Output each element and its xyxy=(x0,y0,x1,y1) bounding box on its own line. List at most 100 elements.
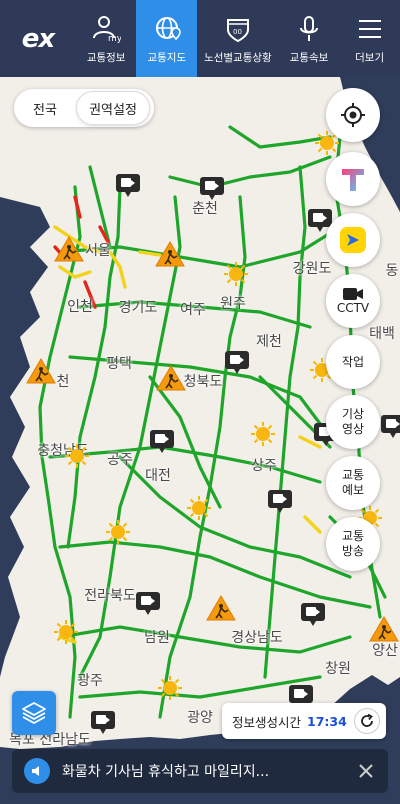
cctv-camera-icon[interactable] xyxy=(150,430,174,453)
my-location-button[interactable] xyxy=(326,88,380,142)
roadwork-button[interactable]: 작업 xyxy=(326,335,380,389)
highway-shield-icon: 00 xyxy=(226,19,249,43)
layers-icon xyxy=(22,702,46,724)
nav-item-traffic-map[interactable]: 교통지도 xyxy=(136,0,198,77)
info-time-label: 정보생성시간 xyxy=(232,714,302,730)
cctv-camera-icon[interactable] xyxy=(308,209,332,232)
weather-video-button[interactable]: 기상 영상 xyxy=(326,395,380,449)
city-label: 대전 xyxy=(145,468,171,484)
city-label: 천 xyxy=(56,374,70,390)
nationwide-option[interactable]: 전국 xyxy=(14,99,76,118)
microphone-icon xyxy=(299,16,318,41)
globe-map-icon xyxy=(155,17,181,41)
sun-weather-icon[interactable] xyxy=(223,261,249,287)
traffic-broadcast-label-1: 교통 xyxy=(341,529,365,543)
video-camera-icon xyxy=(343,287,363,300)
cctv-camera-icon[interactable] xyxy=(268,490,292,513)
cctv-camera-icon[interactable] xyxy=(225,351,249,374)
traffic-broadcast-button[interactable]: 교통 방송 xyxy=(326,517,380,571)
city-label: 광주 xyxy=(77,673,103,689)
traffic-broadcast-label-2: 방송 xyxy=(341,544,365,558)
speaker-icon xyxy=(24,758,50,784)
city-label: 동 xyxy=(385,263,399,279)
city-label: 양산 xyxy=(372,643,398,659)
refresh-icon xyxy=(361,713,373,727)
sun-weather-icon[interactable] xyxy=(53,619,79,645)
svg-text:00: 00 xyxy=(233,28,242,36)
city-label: 태백 xyxy=(369,326,395,342)
city-label: 공주 xyxy=(107,452,133,468)
refresh-button[interactable] xyxy=(354,708,380,734)
sun-weather-icon[interactable] xyxy=(157,675,183,701)
nav-label: 교통정보 xyxy=(86,52,126,64)
logo-text: ex xyxy=(21,23,55,54)
cctv-camera-icon[interactable] xyxy=(116,174,140,197)
tmap-logo-icon xyxy=(342,169,364,191)
city-label: 원주 xyxy=(220,296,246,312)
city-label: 강원도 xyxy=(292,261,332,277)
roadwork-warning-icon[interactable] xyxy=(54,235,84,263)
cctv-camera-icon[interactable] xyxy=(289,685,313,708)
nav-item-more[interactable]: 더보기 xyxy=(339,0,400,77)
city-label: 창원 xyxy=(325,661,351,677)
nav-label: 교통속보 xyxy=(289,52,329,64)
top-navigation-bar: ex my 교통정보 교통지도 00 노선별교통상황 교통속보 더보기 xyxy=(0,0,400,77)
roadwork-warning-icon[interactable] xyxy=(155,240,185,268)
cctv-camera-icon[interactable] xyxy=(136,592,160,615)
roadwork-warning-icon[interactable] xyxy=(156,364,186,392)
tmap-app-button[interactable] xyxy=(326,152,380,206)
svg-text:my: my xyxy=(108,34,121,44)
cctv-camera-icon[interactable] xyxy=(381,415,400,438)
city-label: 청북도 xyxy=(183,374,223,390)
city-label: 춘천 xyxy=(192,201,218,217)
map-layers-button[interactable] xyxy=(12,691,56,735)
info-generation-time: 정보생성시간 17:34 xyxy=(222,703,386,739)
weather-video-label-2: 영상 xyxy=(341,422,365,436)
cctv-camera-icon[interactable] xyxy=(200,177,224,200)
city-label: 여주 xyxy=(180,302,206,318)
city-label: 평택 xyxy=(106,356,132,372)
cctv-camera-icon[interactable] xyxy=(301,603,325,626)
region-setting-option[interactable]: 권역설정 xyxy=(76,91,150,125)
kakaonavi-app-button[interactable] xyxy=(326,213,380,267)
city-label: 경상남도 xyxy=(231,630,283,646)
weather-video-label-1: 기상 xyxy=(341,407,365,421)
city-label: 남원 xyxy=(144,630,170,646)
sun-weather-icon[interactable] xyxy=(105,519,131,545)
cctv-label: CCTV xyxy=(336,300,370,315)
nav-item-traffic-news[interactable]: 교통속보 xyxy=(279,0,340,77)
traffic-map[interactable]: 춘천 서울 강원도 인천 경기도 여주 원주 제천 태백 평택 청북도 천 충청… xyxy=(0,77,400,804)
cctv-button[interactable]: CCTV xyxy=(326,274,380,328)
sun-weather-icon[interactable] xyxy=(250,421,276,447)
roadwork-warning-icon[interactable] xyxy=(369,615,399,643)
hamburger-menu-icon xyxy=(358,20,381,38)
nav-label: 더보기 xyxy=(355,52,385,64)
sun-weather-icon[interactable] xyxy=(186,495,212,521)
roadwork-warning-icon[interactable] xyxy=(206,594,236,622)
notice-text: 화물차 기사님 휴식하고 마일리지... xyxy=(62,764,270,780)
my-profile-icon: my xyxy=(93,16,121,44)
city-label: 광양 xyxy=(187,710,213,726)
cctv-camera-icon[interactable] xyxy=(91,711,115,734)
city-label: 인천 xyxy=(67,299,93,315)
nav-item-route-status[interactable]: 00 노선별교통상황 xyxy=(197,0,279,77)
crosshair-location-icon xyxy=(341,103,365,127)
close-icon[interactable] xyxy=(356,761,376,781)
nav-label: 노선별교통상황 xyxy=(204,52,272,64)
region-toggle: 전국 권역설정 xyxy=(14,89,154,127)
roadwork-warning-icon[interactable] xyxy=(26,357,56,385)
city-label: 경기도 xyxy=(118,300,158,316)
notice-banner[interactable]: 화물차 기사님 휴식하고 마일리지... xyxy=(12,749,388,793)
roadwork-label: 작업 xyxy=(341,354,365,369)
city-label: 제천 xyxy=(256,334,282,350)
city-label: 전라북도 xyxy=(84,588,136,604)
traffic-forecast-label-2: 예보 xyxy=(341,483,365,497)
nav-item-traffic-info[interactable]: my 교통정보 xyxy=(76,0,137,77)
nav-label: 교통지도 xyxy=(147,52,187,64)
city-label: 서울 xyxy=(85,243,111,259)
traffic-forecast-label-1: 교통 xyxy=(341,468,365,482)
traffic-forecast-button[interactable]: 교통 예보 xyxy=(326,456,380,510)
sun-weather-icon[interactable] xyxy=(64,443,90,469)
ex-logo[interactable]: ex xyxy=(0,0,76,77)
city-label: 상주 xyxy=(251,458,277,474)
